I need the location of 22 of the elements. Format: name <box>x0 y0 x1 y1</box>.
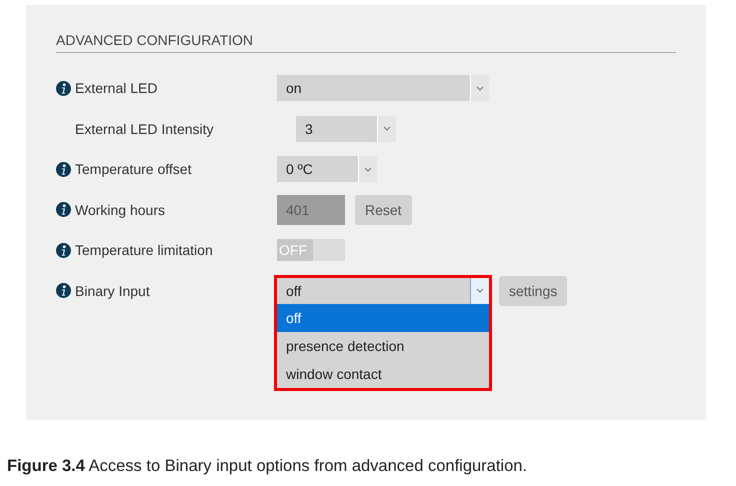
hours-field: 401 <box>277 194 345 225</box>
caret-icon <box>476 288 484 294</box>
setting-label: Binary Input <box>75 282 150 299</box>
dropdown-option[interactable]: presence detection <box>277 332 489 360</box>
setting-label: Temperature offset <box>75 161 192 178</box>
caret-icon <box>383 126 391 132</box>
section-heading: ADVANCED CONFIGURATION <box>56 32 676 53</box>
dropdown[interactable]: on <box>277 75 489 102</box>
dropdown[interactable]: 3 <box>296 116 396 142</box>
setting-label: Temperature limitation <box>75 242 213 258</box>
caret-icon <box>476 86 484 91</box>
setting-label: External LED <box>75 80 158 96</box>
setting-label: External LED Intensity <box>75 120 214 137</box>
dropdown-option[interactable]: window contact <box>277 360 489 388</box>
setting-label: Working hours <box>75 202 166 218</box>
dropdown-option[interactable]: off <box>277 304 489 332</box>
dropdown[interactable]: 0 ºC <box>277 156 377 182</box>
caret-icon <box>364 166 372 172</box>
figure-caption: Figure 3.4 Access to Binary input options from advanced configuration. <box>7 457 528 476</box>
reset-button[interactable]: Reset <box>355 194 412 225</box>
settings-button[interactable]: settings <box>499 276 568 306</box>
dropdown[interactable]: off <box>277 278 489 304</box>
